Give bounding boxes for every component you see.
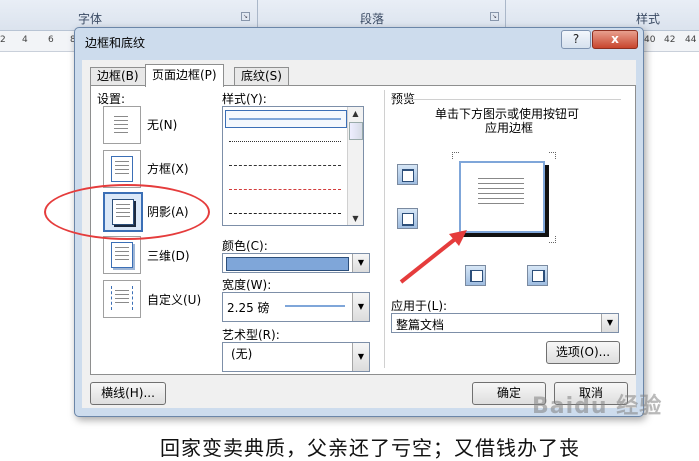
- ruler-number: 2: [0, 35, 6, 45]
- setting-box-icon[interactable]: [103, 150, 141, 188]
- page-icon: [111, 112, 131, 136]
- ruler-number: 44: [685, 35, 697, 45]
- width-sample-line: [285, 305, 345, 307]
- document-text: 回家变卖典质，父亲还了亏空；又借钱办了丧: [160, 436, 580, 460]
- style-option-dashed-red[interactable]: [229, 189, 341, 190]
- preview-instruction-2: 应用边框: [485, 121, 534, 135]
- settings-label: 设置:: [97, 92, 126, 106]
- chevron-down-icon[interactable]: ▼: [352, 343, 369, 371]
- preview-page[interactable]: [459, 161, 545, 233]
- width-value: 2.25 磅: [227, 301, 270, 315]
- width-combo[interactable]: 2.25 磅 ▼: [222, 292, 370, 322]
- font-launcher-icon[interactable]: ↘: [241, 12, 250, 21]
- setting-none-icon[interactable]: [103, 106, 141, 144]
- scroll-down-icon[interactable]: ▼: [349, 212, 362, 225]
- dialog-title: 边框和底纹: [85, 36, 146, 50]
- ribbon-group-styles: 样式: [636, 12, 661, 26]
- close-button[interactable]: x: [592, 30, 638, 49]
- apply-to-label: 应用于(L):: [391, 299, 448, 313]
- ribbon-separator: [505, 0, 506, 30]
- setting-3d-icon[interactable]: [103, 236, 141, 274]
- art-value: (无): [231, 347, 253, 361]
- ribbon-separator: [257, 0, 258, 30]
- ruler-number: 4: [22, 35, 28, 45]
- color-label: 颜色(C):: [222, 239, 268, 253]
- page-icon: [111, 286, 133, 310]
- corner-mark: [549, 152, 556, 159]
- tab-borders[interactable]: 边框(B): [90, 67, 146, 86]
- bottom-border-button-icon[interactable]: [397, 208, 418, 229]
- setting-none-label[interactable]: 无(N): [147, 116, 177, 133]
- art-label: 艺术型(R):: [222, 328, 280, 342]
- color-combo[interactable]: ▼: [222, 253, 370, 273]
- chevron-down-icon[interactable]: ▼: [352, 293, 369, 321]
- tab-page-border[interactable]: 页面边框(P): [145, 64, 224, 87]
- color-swatch: [226, 257, 349, 271]
- preview-rule: [391, 99, 621, 100]
- ruler-number: 6: [48, 35, 54, 45]
- page-icon: [111, 156, 133, 182]
- corner-mark: [549, 236, 556, 243]
- setting-custom-icon[interactable]: [103, 280, 141, 318]
- scroll-thumb[interactable]: [349, 122, 363, 140]
- style-option-dotted[interactable]: [229, 141, 341, 142]
- right-border-button-icon[interactable]: [527, 265, 548, 286]
- chevron-down-icon[interactable]: ▼: [601, 314, 618, 332]
- ruler-number: 40: [644, 35, 656, 45]
- tab-shading[interactable]: 底纹(S): [234, 67, 289, 86]
- horizontal-line-button[interactable]: 横线(H)...: [90, 382, 166, 405]
- setting-3d-label[interactable]: 三维(D): [147, 247, 190, 264]
- art-combo[interactable]: (无) ▼: [222, 342, 370, 372]
- page-icon: [111, 242, 133, 268]
- baidu-watermark: Baidu 经验: [532, 394, 663, 419]
- chevron-down-icon[interactable]: ▼: [352, 254, 369, 272]
- width-label: 宽度(W):: [222, 278, 272, 292]
- setting-custom-label[interactable]: 自定义(U): [147, 291, 201, 308]
- style-listbox[interactable]: ▲ ▼: [222, 106, 364, 226]
- style-option-dash-dot[interactable]: [229, 213, 341, 214]
- scroll-up-icon[interactable]: ▲: [349, 107, 362, 120]
- apply-to-combo[interactable]: 整篇文档 ▼: [391, 313, 619, 333]
- style-option-solid[interactable]: [229, 118, 341, 120]
- style-option-dashed[interactable]: [229, 165, 341, 166]
- ribbon-group-font: 字体: [78, 12, 103, 26]
- ribbon-group-paragraph: 段落: [360, 12, 385, 26]
- options-button[interactable]: 选项(O)...: [546, 341, 620, 364]
- setting-box-label[interactable]: 方框(X): [147, 160, 189, 177]
- annotation-ellipse: [44, 184, 210, 240]
- divider: [384, 90, 385, 368]
- top-border-button-icon[interactable]: [397, 164, 418, 185]
- style-label: 样式(Y):: [222, 92, 267, 106]
- help-button[interactable]: ?: [561, 30, 591, 49]
- style-scrollbar[interactable]: ▲ ▼: [347, 107, 363, 225]
- ruler-number: 42: [664, 35, 676, 45]
- annotation-arrow-icon: [399, 230, 467, 284]
- paragraph-launcher-icon[interactable]: ↘: [490, 12, 499, 21]
- corner-mark: [452, 152, 459, 159]
- apply-to-value: 整篇文档: [396, 318, 445, 332]
